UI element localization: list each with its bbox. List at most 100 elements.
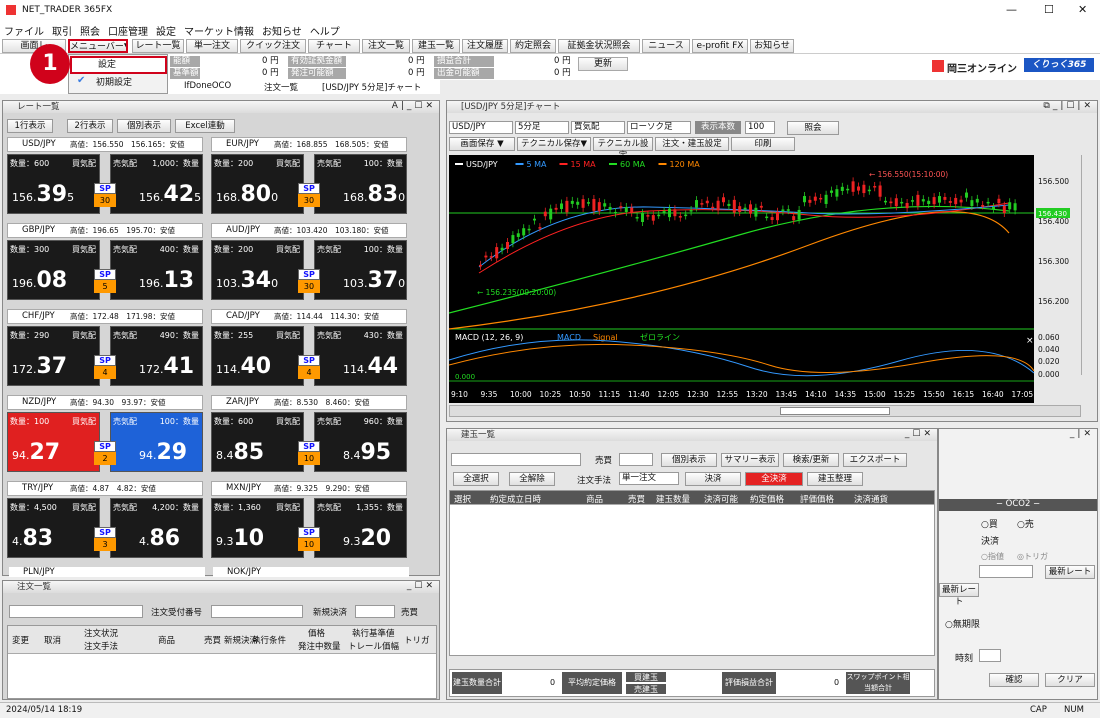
single-order-button[interactable]: 単一注文 (186, 39, 238, 53)
interval-select[interactable]: 5分足 (515, 121, 569, 134)
panel-controls[interactable]: _☐✕ (407, 581, 436, 591)
trigger-radio[interactable]: ◎トリガ (1017, 551, 1048, 562)
minimize-button[interactable]: — (1006, 3, 1017, 16)
deselect-all-button[interactable]: 全解除 (509, 472, 555, 486)
individual-view-button[interactable]: 個別表示 (661, 453, 717, 467)
settle-all-button[interactable]: 全決済 (745, 472, 803, 486)
technical-save-button[interactable]: テクニカル保存▼ (517, 137, 591, 151)
settle-button[interactable]: 決済 (685, 472, 741, 486)
position-filter-select[interactable] (451, 453, 581, 466)
price-input[interactable] (979, 565, 1033, 578)
menu-item-settings[interactable]: 設定 (70, 56, 167, 74)
menu-trade[interactable]: 取引 (48, 22, 76, 39)
chart-button[interactable]: チャート (308, 39, 360, 53)
ask-button[interactable]: 売気配 430：数量 114.44 (314, 326, 407, 386)
order-list-button[interactable]: 注文一覧 (362, 39, 410, 53)
panel-controls[interactable]: _☐✕ (905, 429, 934, 439)
export-button[interactable]: エクスポート (843, 453, 907, 467)
search-refresh-button[interactable]: 検索/更新 (783, 453, 839, 467)
panel-controls[interactable]: _|✕ (1070, 429, 1094, 439)
order-no-input[interactable] (211, 605, 303, 618)
bid-button[interactable]: 数量：100 買気配 94.27 (7, 412, 100, 472)
menu-settings[interactable]: 設定 (152, 22, 180, 39)
new-settle-select[interactable] (355, 605, 395, 618)
position-organize-button[interactable]: 建玉整理 (807, 472, 863, 486)
order-position-settings-button[interactable]: 注文・建玉設定 (655, 137, 729, 151)
menu-market[interactable]: マーケット情報 (180, 22, 258, 39)
drawing-tools[interactable] (1081, 155, 1097, 375)
menu-notice[interactable]: お知らせ (258, 22, 306, 39)
time-input[interactable] (979, 649, 1001, 662)
confirm-button[interactable]: 確認 (989, 673, 1039, 687)
order-filter-select[interactable] (9, 605, 143, 618)
maximize-button[interactable]: ☐ (1044, 3, 1054, 16)
buy-radio[interactable]: ○買 (981, 517, 998, 530)
menu-account[interactable]: 口座管理 (104, 22, 152, 39)
select-all-button[interactable]: 全選択 (453, 472, 499, 486)
ask-button[interactable]: 売気配 100：数量 168.830 (314, 154, 407, 214)
inquiry-button[interactable]: 照会 (787, 121, 839, 135)
execution-inquiry-button[interactable]: 約定照会 (510, 39, 556, 53)
order-method-select[interactable]: 単一注文 (619, 472, 679, 485)
panel-controls[interactable]: ⧉_|☐|✕ (1043, 101, 1094, 111)
scrollbar-thumb[interactable] (780, 407, 890, 415)
clear-button[interactable]: クリア (1045, 673, 1095, 687)
ask-button[interactable]: 売気配 4,200：数量 4.86 (110, 498, 203, 558)
bid-button[interactable]: 数量：300 買気配 196.08 (7, 240, 100, 300)
save-screen-button[interactable]: 画面保存 ▼ (449, 137, 515, 151)
ask-button[interactable]: 売気配 1,355：数量 9.320 (314, 498, 407, 558)
ask-button[interactable]: 売気配 100：数量 103.370 (314, 240, 407, 300)
tab-chart[interactable]: [USD/JPY 5分足]チャート (322, 81, 421, 93)
ask-button[interactable]: 売気配 100：数量 94.29 (110, 412, 203, 472)
sell-radio[interactable]: ○売 (1017, 517, 1034, 530)
ask-button[interactable]: 売気配 490：数量 172.41 (110, 326, 203, 386)
menubar-button[interactable]: メニューバー▼ (68, 39, 128, 53)
bid-button[interactable]: 数量：600 買気配 8.485 (211, 412, 304, 472)
side-select[interactable] (619, 453, 653, 466)
quick-order-button[interactable]: クイック注文 (240, 39, 306, 53)
bid-button[interactable]: 数量：255 買気配 114.40 (211, 326, 304, 386)
position-list-button[interactable]: 建玉一覧 (412, 39, 460, 53)
side-select[interactable]: 買気配 (571, 121, 625, 134)
excel-link-button[interactable]: Excel連動 (175, 119, 235, 133)
news-button[interactable]: ニュース (642, 39, 690, 53)
two-row-button[interactable]: 2行表示 (67, 119, 113, 133)
bid-button[interactable]: 数量：200 買気配 103.340 (211, 240, 304, 300)
order-history-button[interactable]: 注文履歴 (462, 39, 508, 53)
ask-button[interactable]: 売気配 960：数量 8.495 (314, 412, 407, 472)
bid-button[interactable]: 数量：1,360 買気配 9.310 (211, 498, 304, 558)
update-button[interactable]: 更新 (578, 57, 628, 71)
bid-button[interactable]: 数量：600 買気配 156.395 (7, 154, 100, 214)
margin-status-button[interactable]: 証拠金状況照会 (558, 39, 640, 53)
menu-item-initial-settings[interactable]: 初期設定 (70, 75, 167, 91)
summary-view-button[interactable]: サマリー表示 (721, 453, 779, 467)
menu-file[interactable]: ファイル (0, 22, 48, 39)
bid-button[interactable]: 数量：290 買気配 172.37 (7, 326, 100, 386)
chart-type-select[interactable]: ローソク足 (627, 121, 691, 134)
display-count-input[interactable]: 100 (745, 121, 775, 134)
bid-button[interactable]: 数量：200 買気配 168.800 (211, 154, 304, 214)
panel-controls[interactable]: A|_☐✕ (392, 101, 436, 111)
individual-view-button[interactable]: 個別表示 (117, 119, 171, 133)
one-row-button[interactable]: 1行表示 (7, 119, 53, 133)
chart-scrollbar[interactable] (449, 405, 1081, 417)
notice-button[interactable]: お知らせ (750, 39, 794, 53)
rate-list-button[interactable]: レート一覧 (132, 39, 184, 53)
tab-order-list[interactable]: 注文一覧 (264, 81, 298, 93)
latest-rate-button-2[interactable]: 最新レート (939, 583, 979, 607)
menu-help[interactable]: ヘルプ (306, 22, 344, 39)
latest-rate-button[interactable]: 最新レート (1045, 565, 1095, 579)
limit-radio[interactable]: ○指値 (981, 551, 1004, 562)
close-button[interactable]: ✕ (1078, 3, 1087, 16)
menu-inquiry[interactable]: 照会 (76, 22, 104, 39)
ask-button[interactable]: 売気配 400：数量 196.13 (110, 240, 203, 300)
print-button[interactable]: 印刷 (731, 137, 795, 151)
pair-select[interactable]: USD/JPY (449, 121, 513, 134)
e-profit-button[interactable]: e-profit FX (692, 39, 748, 53)
technical-settings-button[interactable]: テクニカル設定 (593, 137, 653, 161)
price-chart[interactable]: USD/JPY 5 MA 15 MA 60 MA 120 MA 156.500 156.40… (449, 155, 1081, 403)
ask-button[interactable]: 売気配 1,000：数量 156.425 (110, 154, 203, 214)
bid-button[interactable]: 数量：4,500 買気配 4.83 (7, 498, 100, 558)
unlimited-radio[interactable]: ○無期限 (945, 617, 980, 630)
tab-ifdoneoco[interactable]: IfDoneOCO (184, 81, 231, 91)
